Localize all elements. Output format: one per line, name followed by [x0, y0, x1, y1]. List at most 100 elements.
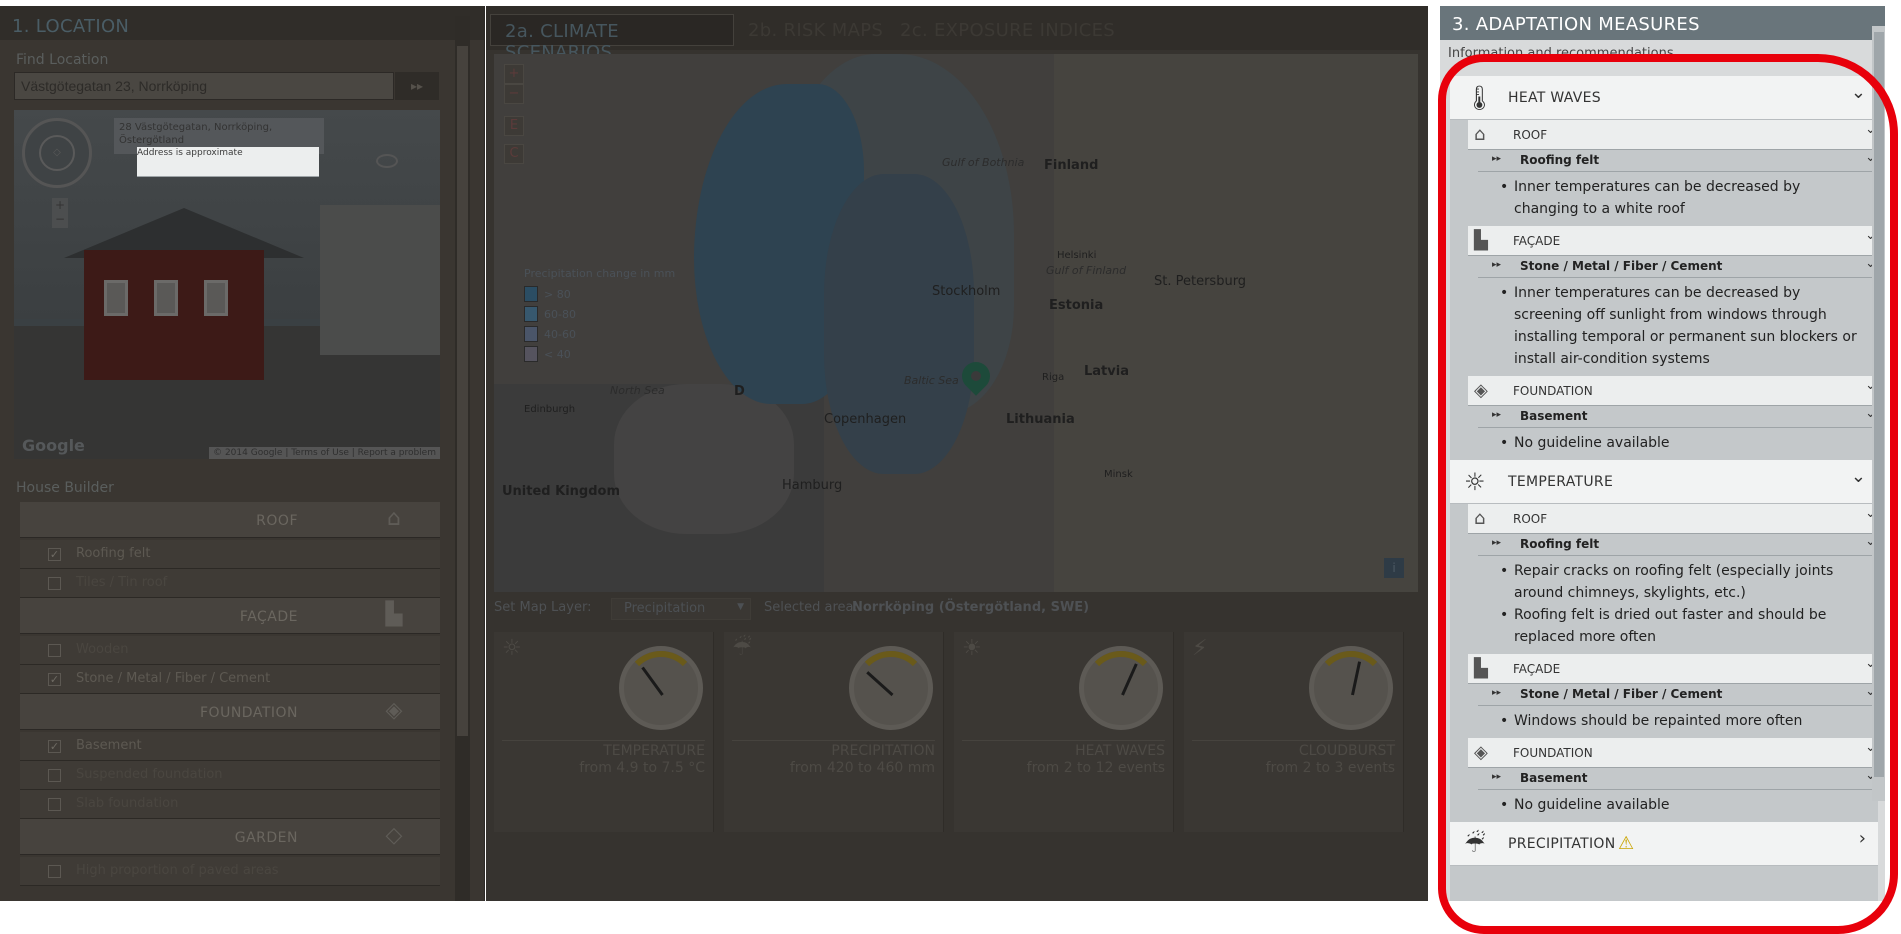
guideline-list: Windows should be repainted more often: [1450, 706, 1878, 738]
checkbox[interactable]: [48, 798, 61, 811]
subsection-facade[interactable]: ▙ FAÇADE ⌄: [1468, 226, 1878, 256]
chevron-down-icon[interactable]: ⌄: [1851, 466, 1866, 487]
streetview-terms[interactable]: © 2014 Google | Terms of Use | Report a …: [209, 447, 440, 459]
guideline-item: No guideline available: [1500, 794, 1862, 816]
exit-streetview-icon[interactable]: [376, 154, 398, 168]
sun-icon: ☼: [1464, 468, 1486, 496]
map-zoom-in-button[interactable]: +: [504, 64, 524, 84]
find-location-input[interactable]: [14, 72, 394, 100]
house-builder-group-roof[interactable]: ROOF ⌂: [20, 502, 440, 538]
legend-swatch: [524, 286, 538, 302]
find-location-label: Find Location: [16, 52, 109, 68]
legend-item: > 80: [524, 284, 675, 304]
right-scrollbar[interactable]: [1872, 26, 1885, 801]
gauge-temperature[interactable]: ☼ TEMPERATURE from 4.9 to 7.5 °C: [494, 632, 714, 832]
google-logo: Google: [22, 436, 85, 455]
guideline-list: Inner temperatures can be decreased by s…: [1450, 278, 1878, 376]
subsection-foundation[interactable]: ◈ FOUNDATION ⌄: [1468, 738, 1878, 768]
chevron-down-icon[interactable]: ⌄: [1851, 82, 1866, 103]
house-builder-option-label: Tiles / Tin roof: [76, 575, 168, 590]
checkbox[interactable]: ✓: [48, 673, 61, 686]
section-precipitation[interactable]: ☔ PRECIPITATION ⚠ ›: [1450, 822, 1878, 866]
tab-climate-scenarios[interactable]: 2a. CLIMATE SCENARIOS: [490, 14, 734, 63]
tab-exposure-indices[interactable]: 2c. EXPOSURE INDICES: [886, 14, 1129, 46]
climate-panel: 2a. CLIMATE SCENARIOS 2b. RISK MAPS 2c. …: [486, 6, 1428, 901]
material-row[interactable]: ▸▸ Basement ⌄: [1478, 768, 1878, 790]
gauge-name: PRECIPITATION: [831, 743, 935, 759]
guideline-list: Inner temperatures can be decreased by c…: [1450, 172, 1878, 226]
checkbox[interactable]: ✓: [48, 548, 61, 561]
map-label: Latvia: [1084, 364, 1129, 379]
sv-red-house: [54, 180, 304, 380]
legend-label: < 40: [544, 347, 571, 361]
map-label: D: [734, 384, 745, 399]
house-builder-group-garden[interactable]: GARDEN ◇: [20, 819, 440, 855]
house-builder-option[interactable]: Slab foundation: [20, 790, 440, 819]
map-zoom-out-button[interactable]: −: [504, 84, 524, 104]
house-builder-option-label: Slab foundation: [76, 796, 179, 811]
legend-swatch: [524, 306, 538, 322]
section-temperature[interactable]: ☼ TEMPERATURE ⌄: [1450, 460, 1878, 504]
pan-arrows-icon[interactable]: ◇: [39, 135, 75, 171]
map-label: Gulf of Finland: [1046, 264, 1127, 277]
left-scrollbar[interactable]: [455, 16, 470, 901]
climate-map[interactable]: + − E C Precipitation change in mm > 80 6…: [494, 54, 1418, 592]
find-location-button[interactable]: ▸▸: [395, 72, 439, 100]
selected-area-label: Selected area:: [764, 600, 858, 615]
double-arrow-icon: ▸▸: [1492, 772, 1502, 782]
house-builder-option[interactable]: ✓ Stone / Metal / Fiber / Cement: [20, 665, 440, 694]
adaptation-info: Information and recommendations: [1448, 46, 1674, 61]
subsection-facade[interactable]: ▙ FAÇADE ⌄: [1468, 654, 1878, 684]
right-scrollbar-thumb[interactable]: [1874, 32, 1884, 777]
subsection-roof[interactable]: ⌂ ROOF ⌄: [1468, 504, 1878, 534]
subsection-foundation[interactable]: ◈ FOUNDATION ⌄: [1468, 376, 1878, 406]
chevron-right-icon[interactable]: ›: [1859, 828, 1866, 849]
gauge-arc: [854, 651, 928, 725]
house-builder-option[interactable]: High proportion of paved areas: [20, 857, 440, 886]
sv-house-body: [84, 250, 264, 380]
house-builder-option[interactable]: Tiles / Tin roof: [20, 569, 440, 598]
checkbox[interactable]: [48, 644, 61, 657]
guideline-item: Roofing felt is dried out faster and sho…: [1500, 604, 1862, 648]
map-layer-select[interactable]: Precipitation ▼: [611, 598, 751, 620]
house-builder-group-façade[interactable]: FAÇADE ▙: [20, 598, 440, 634]
gauge-range: from 2 to 3 events: [1265, 760, 1395, 776]
material-label: Stone / Metal / Fiber / Cement: [1520, 687, 1723, 701]
streetview-image[interactable]: ◇ + − 28 Västgötegatan, Norrköping, Öster…: [14, 110, 440, 459]
map-clear-button[interactable]: C: [504, 144, 524, 164]
material-row[interactable]: ▸▸ Roofing felt ⌄: [1478, 150, 1878, 172]
house-builder-group-foundation[interactable]: FOUNDATION ◈: [20, 694, 440, 730]
material-row[interactable]: ▸▸ Stone / Metal / Fiber / Cement ⌄: [1478, 256, 1878, 278]
house-builder-option[interactable]: Suspended foundation: [20, 761, 440, 790]
checkbox[interactable]: [48, 577, 61, 590]
material-row[interactable]: ▸▸ Stone / Metal / Fiber / Cement ⌄: [1478, 684, 1878, 706]
streetview-address: 28 Västgötegatan, Norrköping, Östergötla…: [119, 122, 273, 146]
left-scrollbar-thumb[interactable]: [457, 46, 468, 736]
material-row[interactable]: ▸▸ Basement ⌄: [1478, 406, 1878, 428]
gauge-divider: [962, 740, 1165, 741]
chevron-down-icon: ▼: [737, 602, 744, 612]
house-builder-option[interactable]: ✓ Roofing felt: [20, 540, 440, 569]
streetview-zoom-control[interactable]: + −: [52, 198, 68, 228]
house-builder: ROOF ⌂ ✓ Roofing felt Tiles / Tin roof FAÇADE…: [20, 502, 440, 886]
house-builder-option[interactable]: Wooden: [20, 636, 440, 665]
subsection-title: FAÇADE: [1513, 234, 1561, 248]
house-builder-option[interactable]: ✓ Basement: [20, 732, 440, 761]
section-title: HEAT WAVES: [1508, 90, 1601, 106]
info-icon[interactable]: i: [1384, 558, 1404, 578]
gauge-cloudburst[interactable]: ⚡ CLOUDBURST from 2 to 3 events: [1184, 632, 1404, 832]
gauge-heat-waves[interactable]: ☀ HEAT WAVES from 2 to 12 events: [954, 632, 1174, 832]
adaptation-panel-title: 3. ADAPTATION MEASURES: [1440, 6, 1885, 40]
guideline-item: Inner temperatures can be decreased by c…: [1500, 176, 1862, 220]
checkbox[interactable]: ✓: [48, 740, 61, 753]
map-edit-button[interactable]: E: [504, 116, 524, 136]
section-heat-waves[interactable]: 🌡 HEAT WAVES ⌄: [1450, 76, 1878, 120]
streetview-nav-control[interactable]: ◇: [22, 118, 92, 188]
tab-risk-maps[interactable]: 2b. RISK MAPS: [734, 14, 897, 46]
gauge-precipitation[interactable]: ☔ PRECIPITATION from 420 to 460 mm: [724, 632, 944, 832]
double-arrow-icon: ▸▸: [1492, 688, 1502, 698]
checkbox[interactable]: [48, 865, 61, 878]
material-row[interactable]: ▸▸ Roofing felt ⌄: [1478, 534, 1878, 556]
subsection-roof[interactable]: ⌂ ROOF ⌄: [1468, 120, 1878, 150]
checkbox[interactable]: [48, 769, 61, 782]
